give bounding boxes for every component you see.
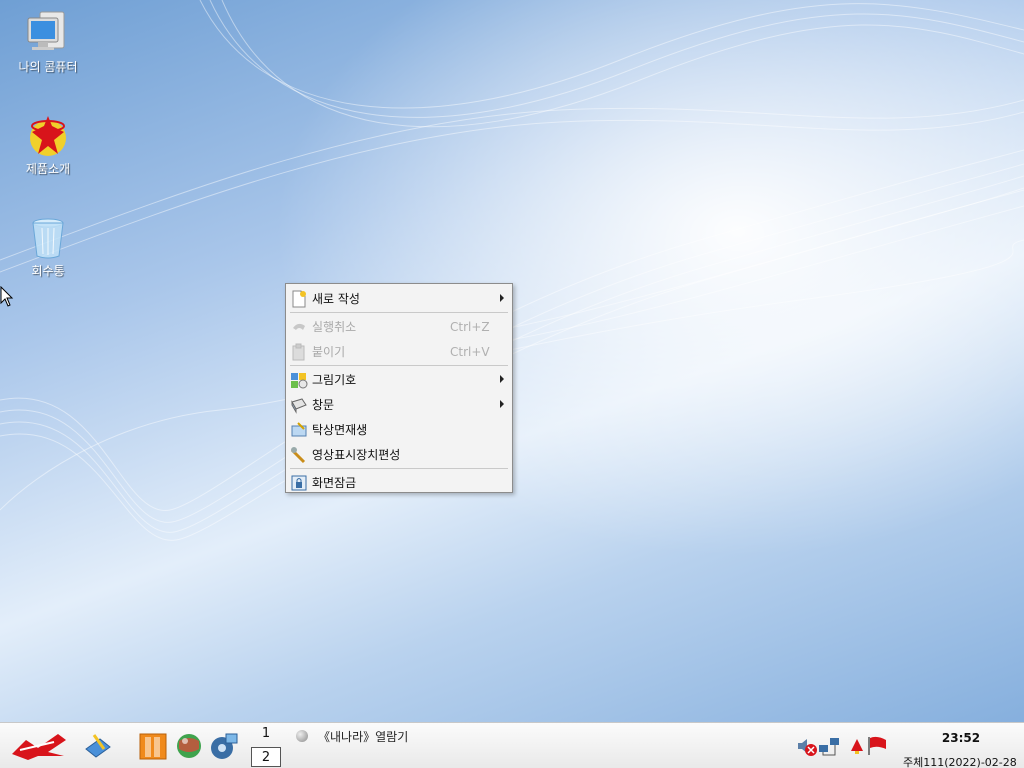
- volume-muted-icon[interactable]: [796, 735, 818, 757]
- paste-icon: [292, 343, 305, 360]
- taskbar-window-label: 《내나라》열람기: [318, 729, 409, 744]
- taskbar-window-button[interactable]: 《내나라》열람기: [296, 726, 408, 746]
- menu-item-label: 그림기호: [312, 373, 357, 387]
- computer-icon: [27, 11, 65, 50]
- text-editor-launcher-icon[interactable]: [82, 731, 114, 761]
- mouse-pointer-icon: [0, 286, 14, 307]
- language-flag-icon[interactable]: [866, 735, 888, 757]
- desktop-icon-label: 회수통: [31, 264, 65, 278]
- recycle-bin-icon: [32, 218, 64, 259]
- new-document-icon: [292, 290, 306, 307]
- menu-item-shortcut: Ctrl+Z: [450, 319, 490, 334]
- menu-item-label: 영상표시장치편성: [312, 448, 401, 462]
- icon-arrange-icon: [291, 372, 308, 388]
- window-icon: [291, 397, 307, 414]
- menu-item-icons[interactable]: 그림기호: [286, 367, 512, 392]
- network-icon[interactable]: [818, 735, 840, 757]
- window-app-icon: [296, 730, 308, 742]
- desktop-icon-label: 나의 콤퓨터: [18, 60, 78, 74]
- desktop-refresh-icon: [291, 421, 307, 436]
- product-intro-icon: [30, 116, 66, 156]
- taskbar: 1 2 《내나라》열람기 23:52 주체111(2022)-02-28: [0, 722, 1024, 768]
- start-menu-button[interactable]: [8, 730, 70, 762]
- menu-item-label: 탁상면재생: [312, 423, 368, 437]
- undo-icon: [293, 323, 305, 330]
- desktop-icon-label: 제품소개: [25, 162, 71, 176]
- menu-item-undo: 실행취소 Ctrl+Z: [286, 314, 512, 339]
- display-settings-icon: [290, 446, 306, 463]
- menu-item-paste: 붙이기 Ctrl+V: [286, 339, 512, 364]
- desktop-icon-product-intro[interactable]: 제품소개: [8, 112, 88, 176]
- menu-separator: [290, 312, 508, 313]
- submenu-arrow-icon: [500, 294, 504, 302]
- menu-item-display-settings[interactable]: 영상표시장치편성: [286, 442, 512, 467]
- menu-item-lock-screen[interactable]: 화면잠금: [286, 470, 512, 495]
- menu-item-label: 창문: [312, 398, 335, 412]
- submenu-arrow-icon: [500, 375, 504, 383]
- file-manager-launcher-icon[interactable]: [137, 731, 169, 761]
- update-alert-icon[interactable]: [846, 735, 868, 757]
- menu-separator: [290, 468, 508, 469]
- media-player-launcher-icon[interactable]: [208, 731, 240, 761]
- desktop-context-menu: 새로 작성 실행취소 Ctrl+Z 붙이기 Ctrl+V 그림기호 창문 탁상면…: [285, 283, 513, 493]
- workspace-1-button[interactable]: 1: [251, 724, 281, 744]
- menu-item-label: 새로 작성: [312, 292, 360, 306]
- clock-date: 주체111(2022)-02-28: [903, 756, 1017, 768]
- menu-item-window[interactable]: 창문: [286, 392, 512, 417]
- menu-separator: [290, 365, 508, 366]
- menu-item-new[interactable]: 새로 작성: [286, 286, 512, 311]
- menu-item-shortcut: Ctrl+V: [450, 344, 490, 359]
- desktop-icon-my-computer[interactable]: 나의 콤퓨터: [8, 10, 88, 74]
- menu-item-refresh-desktop[interactable]: 탁상면재생: [286, 417, 512, 442]
- browser-launcher-icon[interactable]: [173, 731, 205, 761]
- menu-item-label: 화면잠금: [312, 476, 357, 490]
- submenu-arrow-icon: [500, 400, 504, 408]
- workspace-2-button[interactable]: 2: [251, 747, 281, 767]
- desktop-icon-recycle-bin[interactable]: 회수통: [8, 214, 88, 278]
- clock-time[interactable]: 23:52: [930, 731, 992, 745]
- lock-screen-icon: [291, 475, 307, 490]
